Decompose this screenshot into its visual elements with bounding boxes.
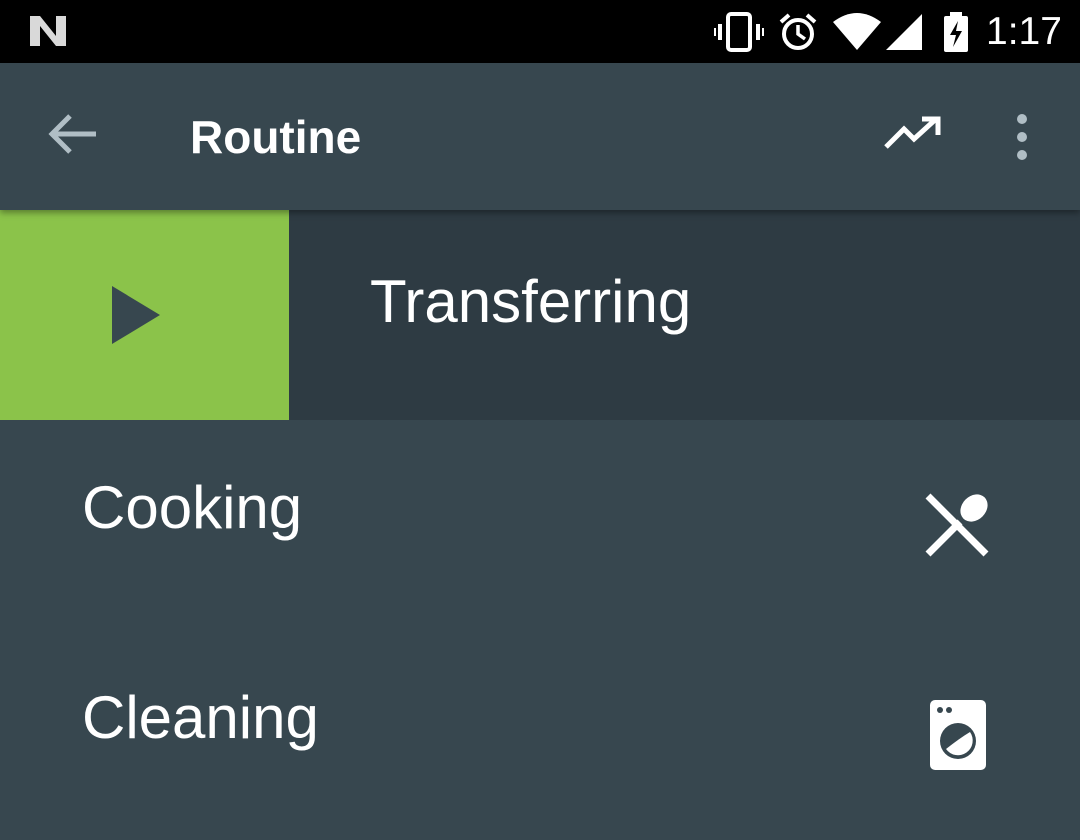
play-icon	[112, 286, 160, 344]
list-item-label: Cleaning	[82, 684, 319, 751]
wifi-icon	[833, 13, 881, 50]
page-title: Routine	[190, 111, 362, 163]
active-activity-row[interactable]: Transferring	[0, 210, 1080, 420]
signal-icon	[886, 14, 922, 50]
list-item-cooking[interactable]: Cooking	[0, 420, 1080, 630]
app-bar: Routine	[0, 63, 1080, 210]
back-arrow-icon[interactable]	[44, 109, 102, 159]
trending-up-icon[interactable]	[882, 115, 944, 155]
more-vert-icon[interactable]	[1004, 111, 1040, 163]
status-time: 1:17	[986, 10, 1062, 53]
notification-n-icon	[30, 16, 66, 46]
play-button[interactable]	[0, 210, 289, 420]
list-item-cleaning[interactable]: Cleaning	[0, 630, 1080, 840]
status-bar: 1:17	[0, 0, 1080, 63]
vibrate-icon	[714, 12, 764, 52]
list-item-label: Cooking	[82, 474, 303, 541]
battery-charging-icon	[944, 12, 968, 52]
washing-machine-icon	[930, 700, 986, 770]
active-activity-label: Transferring	[370, 268, 692, 335]
cutlery-icon	[925, 493, 989, 557]
alarm-icon	[779, 13, 817, 50]
